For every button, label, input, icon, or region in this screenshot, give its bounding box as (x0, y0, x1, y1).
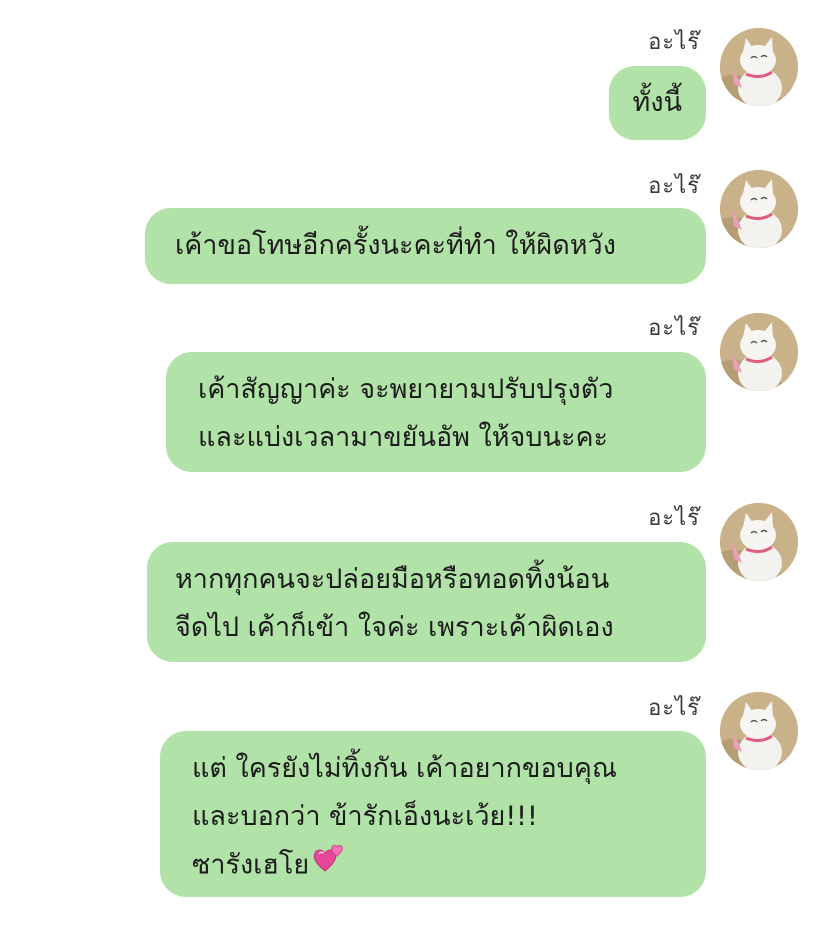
sender-name: อะไร๊ (648, 30, 700, 55)
sender-name: อะไร๊ (648, 506, 700, 531)
message-text: ทั้งนี้ (632, 87, 682, 118)
two-hearts-icon (311, 841, 347, 891)
white-cat-avatar-icon[interactable] (720, 28, 798, 106)
white-cat-avatar-icon-graphic (720, 503, 798, 581)
message-text-line-1: แต่ ใครยังไม่ทิ้งกัน เค้าอยากขอบคุณ (192, 753, 617, 784)
white-cat-avatar-icon-graphic (720, 28, 798, 106)
message-text-line-1: เค้าสัญญาค่ะ จะพยายามปรับปรุงตัว (198, 374, 614, 405)
message-text-line-1: หากทุกคนจะปล่อยมือหรือทอดทิ้งน้อน (175, 564, 610, 595)
message-bubble[interactable]: เค้าสัญญาค่ะ จะพยายามปรับปรุงตัว และแบ่ง… (166, 352, 706, 472)
message-text-line-2: และบอกว่า ข้ารักเอ็งนะเว้ย!!! (192, 801, 538, 832)
white-cat-avatar-icon[interactable] (720, 313, 798, 391)
sender-name: อะไร๊ (648, 174, 700, 199)
sender-name: อะไร๊ (648, 696, 700, 721)
message-text: ซารังเฮโย (192, 849, 310, 881)
white-cat-avatar-icon[interactable] (720, 503, 798, 581)
message-text: เค้าขอโทษอีกครั้งนะคะที่ทำ ให้ผิดหวัง (175, 230, 616, 261)
message-text-line-3: ซารังเฮโย (192, 841, 682, 891)
message-text-line-2: และแบ่งเวลามาขยันอัพ ให้จบนะคะ (198, 422, 609, 453)
white-cat-avatar-icon[interactable] (720, 170, 798, 248)
message-text-line-2: จีดไป เค้าก็เข้า ใจค่ะ เพราะเค้าผิดเอง (175, 612, 614, 643)
message-bubble[interactable]: หากทุกคนจะปล่อยมือหรือทอดทิ้งน้อน จีดไป … (147, 542, 706, 662)
message-bubble[interactable]: ทั้งนี้ (608, 66, 706, 140)
white-cat-avatar-icon-graphic (720, 313, 798, 391)
white-cat-avatar-icon[interactable] (720, 692, 798, 770)
message-bubble[interactable]: แต่ ใครยังไม่ทิ้งกัน เค้าอยากขอบคุณ และบ… (160, 731, 706, 897)
white-cat-avatar-icon-graphic (720, 692, 798, 770)
white-cat-avatar-icon-graphic (720, 170, 798, 248)
sender-name: อะไร๊ (648, 316, 700, 341)
message-bubble[interactable]: เค้าขอโทษอีกครั้งนะคะที่ทำ ให้ผิดหวัง (145, 208, 706, 284)
